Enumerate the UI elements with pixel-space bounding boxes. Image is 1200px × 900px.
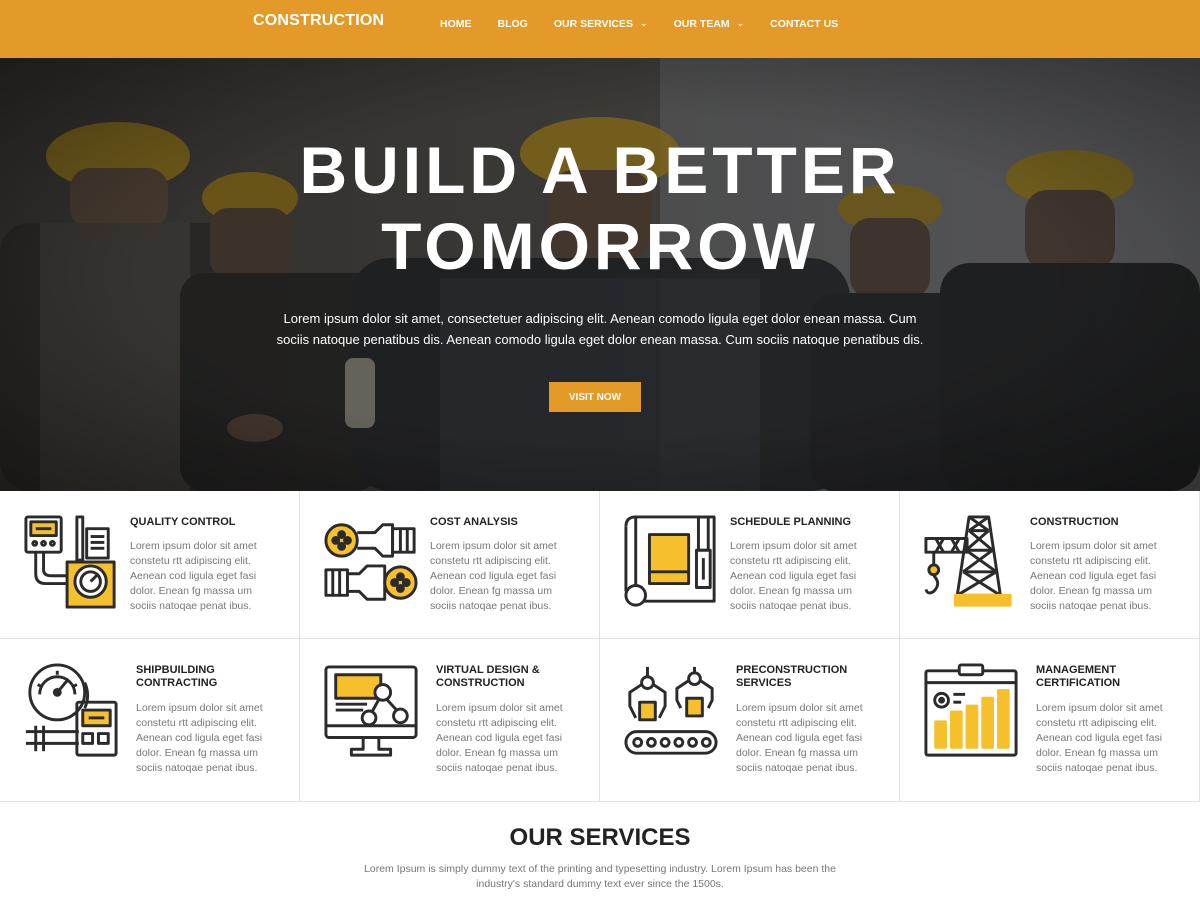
hero-title-line1: BUILD A BETTER [299,133,901,207]
feature-description: Lorem ipsum dolor sit amet constetu rtt … [136,702,263,774]
hero-description: Lorem ipsum dolor sit amet, consectetuer… [276,311,924,347]
feature-card: PRECONSTRUCTION SERVICES Lorem ipsum dol… [600,639,900,802]
nav-home[interactable]: HOME [440,18,472,30]
visit-now-button[interactable]: VISIT NOW [549,382,641,412]
monitor-design-icon [324,665,418,757]
crane-icon [924,515,1012,607]
nav-our-team-label: OUR TEAM [673,18,730,30]
quality-control-icon [24,515,116,609]
nav-our-services-label: OUR SERVICES [553,18,634,30]
feature-card: QUALITY CONTROL Lorem ipsum dolor sit am… [0,491,300,639]
nav-contact-us-label: CONTACT US [770,18,839,30]
feature-description: Lorem ipsum dolor sit amet constetu rtt … [730,540,857,612]
nav-our-team[interactable]: OUR TEAM ⌄ [673,17,745,31]
feature-description: Lorem ipsum dolor sit amet constetu rtt … [430,540,557,612]
chevron-down-icon: ⌄ [736,17,745,28]
feature-description: Lorem ipsum dolor sit amet constetu rtt … [1036,702,1163,774]
clipboard-chart-icon [924,663,1018,757]
gauge-meter-icon [25,663,118,757]
feature-title: PRECONSTRUCTION SERVICES [736,664,848,689]
feature-card: VIRTUAL DESIGN & CONSTRUCTION Lorem ipsu… [300,639,600,802]
feature-description: Lorem ipsum dolor sit amet constetu rtt … [736,702,863,774]
feature-description: Lorem ipsum dolor sit amet constetu rtt … [436,702,563,774]
feature-card: SHIPBUILDING CONTRACTING Lorem ipsum dol… [0,639,300,802]
feature-title: SHIPBUILDING CONTRACTING [136,664,218,689]
hero-title: BUILD A BETTER TOMORROW [0,132,1200,284]
nav-blog[interactable]: BLOG [498,18,528,30]
feature-card: SCHEDULE PLANNING Lorem ipsum dolor sit … [600,491,900,639]
services-heading: OUR SERVICES [509,824,691,851]
feature-title: CONSTRUCTION [1030,516,1119,528]
feature-title: VIRTUAL DESIGN & CONSTRUCTION [436,664,540,689]
feature-title: MANAGEMENT CERTIFICATION [1036,664,1121,689]
feature-description: Lorem ipsum dolor sit amet constetu rtt … [130,540,257,612]
site-header: CONSTRUCTION HOME BLOG OUR SERVICES ⌄ OUR… [0,0,1200,58]
hero-banner: BUILD A BETTER TOMORROW Lorem ipsum dolo… [0,58,1200,491]
feature-description: Lorem ipsum dolor sit amet constetu rtt … [1030,540,1157,612]
nav-home-label: HOME [440,18,472,30]
cost-analysis-icon [324,523,418,601]
feature-card: MANAGEMENT CERTIFICATION Lorem ipsum dol… [900,639,1200,802]
services-description: Lorem Ipsum is simply dummy text of the … [364,863,836,890]
conveyor-robot-icon [624,666,718,755]
feature-card: COST ANALYSIS Lorem ipsum dolor sit amet… [300,491,600,639]
blueprint-icon [624,515,716,607]
feature-title: COST ANALYSIS [430,516,518,528]
site-logo[interactable]: CONSTRUCTION [253,12,384,30]
nav-our-services[interactable]: OUR SERVICES ⌄ [553,17,648,31]
chevron-down-icon: ⌄ [640,17,648,28]
hero-title-line2: TOMORROW [381,209,819,283]
feature-title: QUALITY CONTROL [130,516,236,528]
feature-title: SCHEDULE PLANNING [730,516,852,528]
nav-contact-us[interactable]: CONTACT US [770,18,838,30]
features-grid: QUALITY CONTROL Lorem ipsum dolor sit am… [0,491,1200,802]
nav-blog-label: BLOG [497,18,528,30]
feature-card: CONSTRUCTION Lorem ipsum dolor sit amet … [900,491,1200,639]
main-nav: HOME BLOG OUR SERVICES ⌄ OUR TEAM ⌄ CONTAC… [440,17,838,31]
